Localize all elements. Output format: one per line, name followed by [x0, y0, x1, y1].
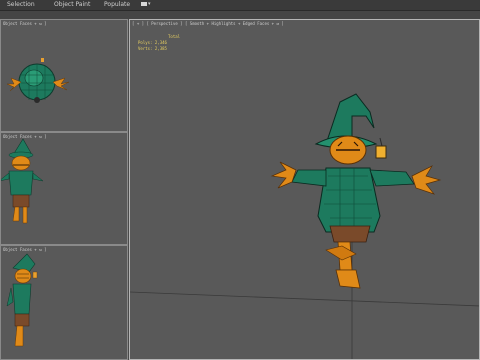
scarecrow-left-view: [6, 253, 38, 347]
scarecrow-front-view: [1, 138, 44, 224]
menu-object-paint[interactable]: Object Paint: [54, 0, 90, 10]
dropdown-caret-icon[interactable]: ▾: [148, 1, 151, 8]
menu-selection[interactable]: Selection: [7, 0, 35, 10]
viewport-front[interactable]: Object Faces + ᴍ ]: [0, 132, 128, 245]
menu-populate[interactable]: Populate: [104, 0, 130, 10]
scarecrow-perspective-model: [130, 93, 479, 359]
viewport-left[interactable]: Object Faces + ᴍ ]: [0, 245, 128, 360]
ribbon-panel-strip: [0, 11, 480, 19]
display-icon[interactable]: [141, 2, 147, 6]
ribbon-menu-bar: Selection Object Paint Populate ▾: [0, 0, 480, 11]
viewport-perspective[interactable]: [ + ] [ Perspective ] [ Smooth + Highlig…: [129, 19, 480, 360]
viewport-top[interactable]: Object Faces + ᴍ ]: [0, 19, 128, 132]
scarecrow-top-view: [6, 58, 70, 103]
